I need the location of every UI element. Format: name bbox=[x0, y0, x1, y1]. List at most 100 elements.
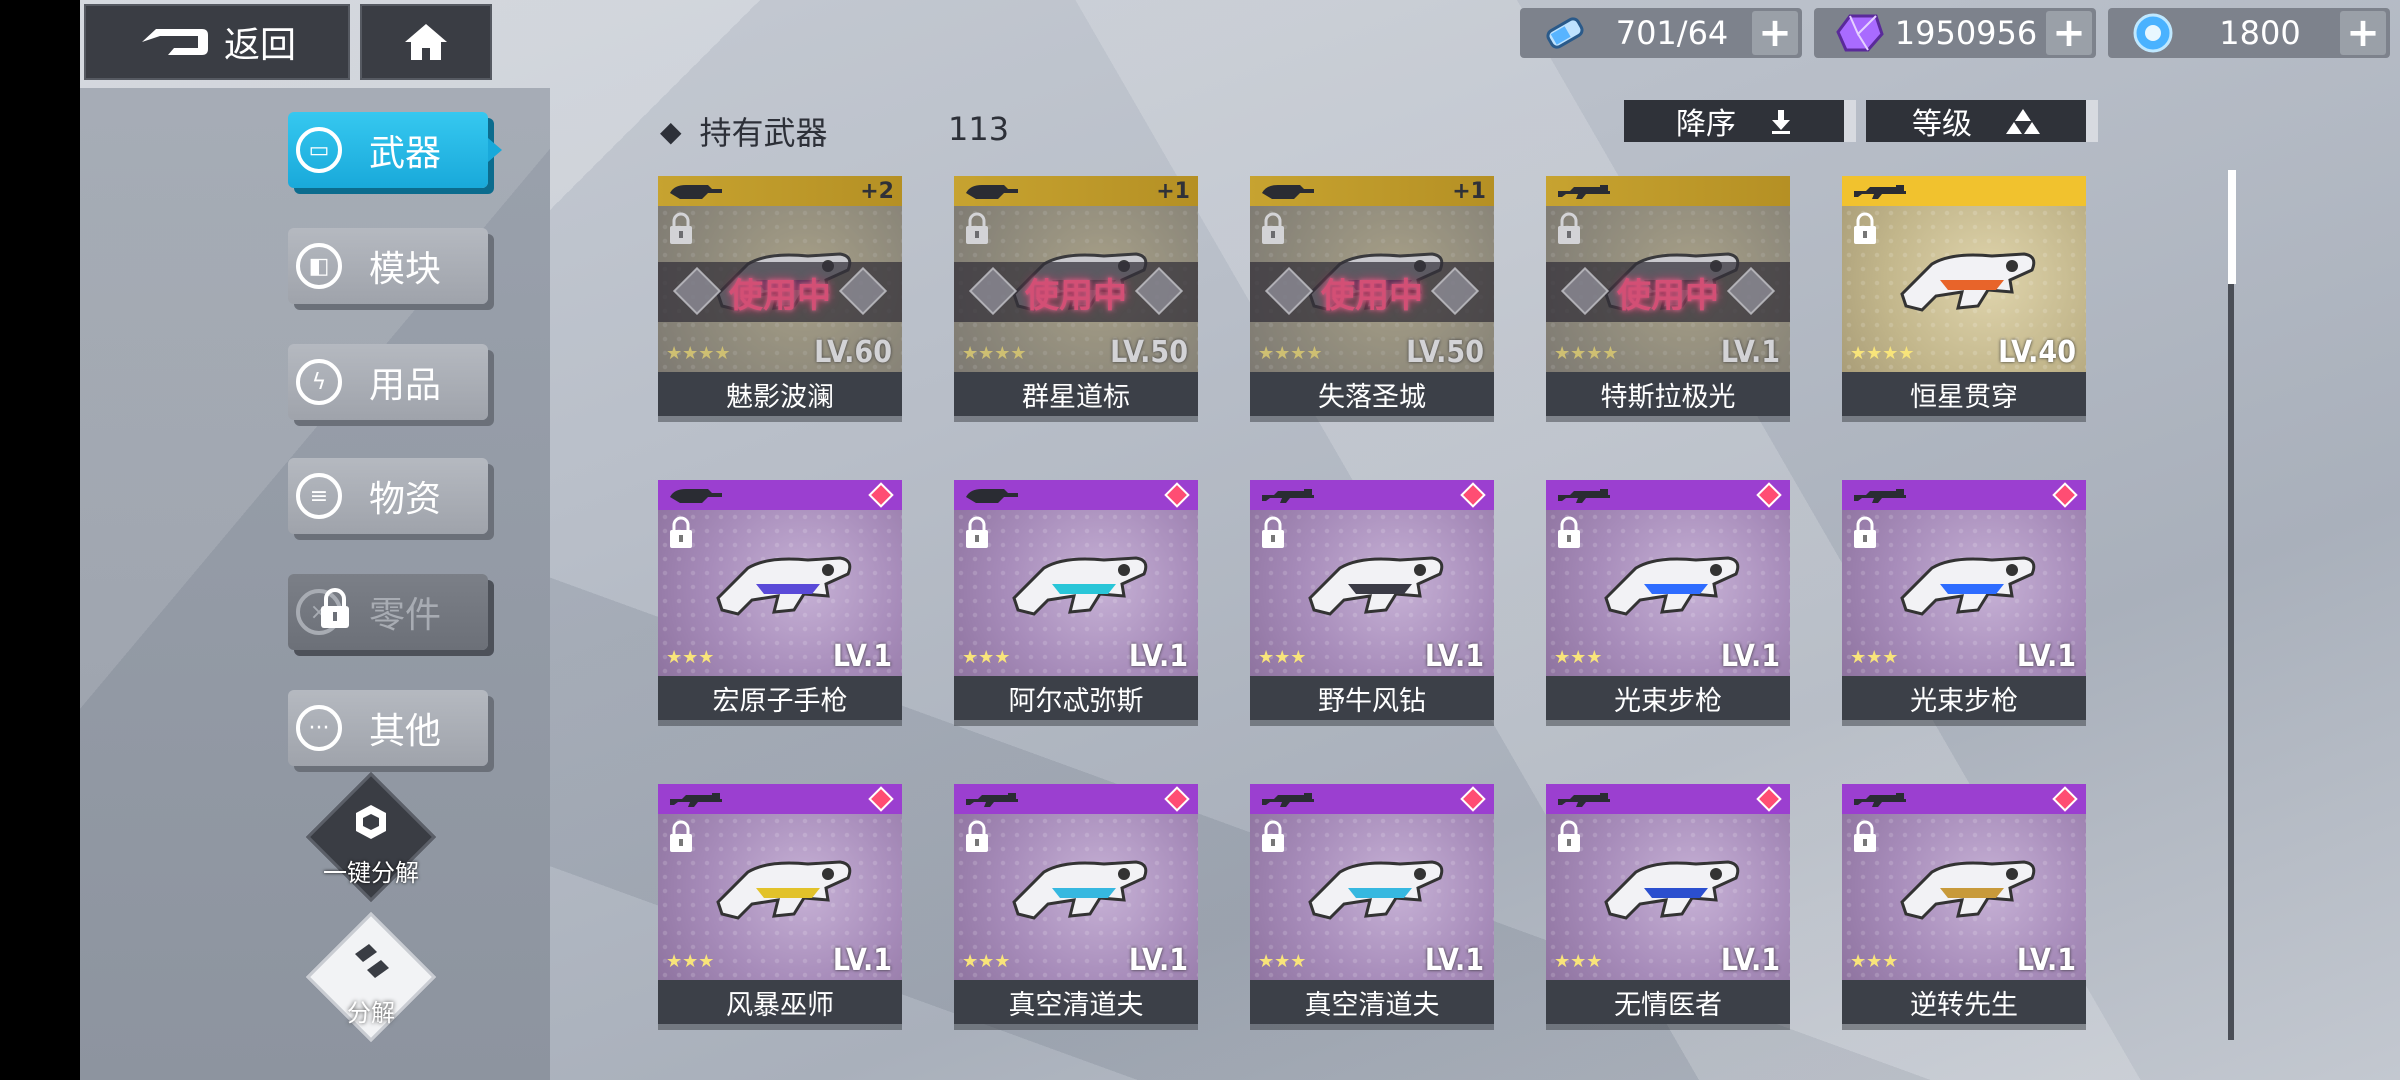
category-label: 物资 bbox=[368, 479, 441, 520]
card-body: ★★★ LV.1 bbox=[954, 814, 1198, 980]
star-rating: ★★★★ bbox=[666, 343, 731, 364]
weapon-card[interactable]: ★★★ LV.1 光束步枪 bbox=[1546, 480, 1790, 720]
card-header-band bbox=[1250, 784, 1494, 814]
module-icon: ◧ bbox=[296, 243, 342, 289]
star-rating: ★★★ bbox=[666, 647, 715, 668]
star-rating: ★★★★ bbox=[1850, 343, 1915, 364]
weapon-card[interactable]: ★★★ LV.1 真空清道夫 bbox=[1250, 784, 1494, 1024]
card-header-band: +1 bbox=[954, 176, 1198, 206]
diamond-right-icon bbox=[1430, 266, 1480, 316]
star-rating: ★★★ bbox=[962, 647, 1011, 668]
weapon-card[interactable]: ★★★ LV.1 光束步枪 bbox=[1842, 480, 2086, 720]
category-supplies[interactable]: ϟ 用品 bbox=[288, 344, 488, 420]
lock-icon[interactable] bbox=[1852, 212, 1878, 246]
heavy-gun-icon bbox=[964, 485, 1020, 505]
lock-icon[interactable] bbox=[964, 212, 990, 246]
arrow-down-icon bbox=[1772, 110, 1790, 134]
lock-icon[interactable] bbox=[1260, 516, 1286, 550]
weapon-name: 群星道标 bbox=[954, 372, 1198, 416]
lock-icon[interactable] bbox=[1260, 820, 1286, 854]
weapon-level: LV.50 bbox=[1406, 335, 1484, 370]
card-header-band bbox=[658, 480, 902, 510]
weapon-level: LV.1 bbox=[1720, 943, 1780, 978]
red-gem-icon bbox=[868, 786, 894, 812]
weapon-image bbox=[708, 538, 858, 628]
app-canvas: 返回 701/64 + 1950956 + 1800 + ▭ 武器 ◧ 模块 ϟ… bbox=[80, 0, 2400, 1080]
weapon-name: 真空清道夫 bbox=[954, 980, 1198, 1024]
category-label: 其他 bbox=[368, 711, 441, 752]
energy-resource: 701/64 + bbox=[1520, 8, 1802, 58]
lock-icon[interactable] bbox=[668, 820, 694, 854]
lock-icon[interactable] bbox=[1556, 516, 1582, 550]
card-body: ★★★★ LV.50 使用中 bbox=[1250, 206, 1494, 372]
diamond-bullet-icon: ◆ bbox=[660, 114, 682, 148]
weapon-card[interactable]: ★★★ LV.1 野牛风钻 bbox=[1250, 480, 1494, 720]
lock-icon[interactable] bbox=[1556, 820, 1582, 854]
star-rating: ★★★ bbox=[666, 951, 715, 972]
refine-level: +1 bbox=[1156, 178, 1190, 204]
weapon-card[interactable]: +1 ★★★★ LV.50 使用中 失落圣城 bbox=[1250, 176, 1494, 416]
lock-icon[interactable] bbox=[668, 516, 694, 550]
category-parts[interactable]: × 零件 bbox=[288, 574, 488, 650]
quick-dismantle-button[interactable]: 一键分解 bbox=[305, 771, 437, 903]
weapon-card[interactable]: ★★★ LV.1 逆转先生 bbox=[1842, 784, 2086, 1024]
weapon-card[interactable]: ★★★★ LV.40 恒星贯穿 bbox=[1842, 176, 2086, 416]
back-button[interactable]: 返回 bbox=[84, 4, 350, 80]
list-title: ◆ 持有武器 bbox=[660, 108, 828, 154]
lock-icon[interactable] bbox=[964, 820, 990, 854]
lock-icon[interactable] bbox=[1852, 516, 1878, 550]
weapon-card[interactable]: ★★★ LV.1 宏原子手枪 bbox=[658, 480, 902, 720]
card-header-band bbox=[1842, 480, 2086, 510]
weapon-card[interactable]: +2 ★★★★ LV.60 使用中 魅影波澜 bbox=[658, 176, 902, 416]
heavy-gun-icon bbox=[668, 181, 724, 201]
card-header-band bbox=[954, 784, 1198, 814]
category-other[interactable]: ··· 其他 bbox=[288, 690, 488, 766]
category-materials[interactable]: ≡ 物资 bbox=[288, 458, 488, 534]
weapon-card[interactable]: ★★★ LV.1 阿尔忒弥斯 bbox=[954, 480, 1198, 720]
add-crystal-button[interactable]: + bbox=[2046, 10, 2092, 56]
blue-orb-icon bbox=[2133, 13, 2173, 53]
weapon-name: 魅影波澜 bbox=[658, 372, 902, 416]
card-body: ★★★★ LV.40 bbox=[1842, 206, 2086, 372]
lock-icon[interactable] bbox=[1852, 820, 1878, 854]
home-icon bbox=[405, 24, 447, 60]
category-modules[interactable]: ◧ 模块 bbox=[288, 228, 488, 304]
add-energy-button[interactable]: + bbox=[1752, 10, 1798, 56]
weapon-image bbox=[1892, 234, 2042, 324]
weapon-level: LV.1 bbox=[2016, 943, 2076, 978]
in-use-label: 使用中 bbox=[1025, 275, 1127, 316]
sort-key-label: 等级 bbox=[1912, 107, 1972, 142]
red-gem-icon bbox=[868, 482, 894, 508]
sort-order-button[interactable]: 降序 bbox=[1624, 100, 1856, 142]
category-weapons[interactable]: ▭ 武器 bbox=[288, 112, 502, 188]
sort-key-button[interactable]: 等级 bbox=[1866, 100, 2098, 142]
weapon-card[interactable]: ★★★★ LV.1 使用中 特斯拉极光 bbox=[1546, 176, 1790, 416]
lock-icon[interactable] bbox=[964, 516, 990, 550]
weapon-card[interactable]: ★★★ LV.1 真空清道夫 bbox=[954, 784, 1198, 1024]
lock-icon[interactable] bbox=[1260, 212, 1286, 246]
star-rating: ★★★★ bbox=[1554, 343, 1619, 364]
more-icon: ··· bbox=[296, 705, 342, 751]
card-body: ★★★ LV.1 bbox=[954, 510, 1198, 676]
card-header-band: +2 bbox=[658, 176, 902, 206]
weapon-image bbox=[1300, 234, 1450, 324]
card-body: ★★★ LV.1 bbox=[1842, 510, 2086, 676]
lock-icon[interactable] bbox=[1556, 212, 1582, 246]
quick-dismantle-label: 一键分解 bbox=[323, 858, 419, 887]
add-orb-button[interactable]: + bbox=[2340, 10, 2386, 56]
dismantle-button[interactable]: 分解 bbox=[305, 911, 437, 1043]
star-rating: ★★★★ bbox=[962, 343, 1027, 364]
home-button[interactable] bbox=[360, 4, 492, 80]
weapon-card[interactable]: ★★★ LV.1 风暴巫师 bbox=[658, 784, 902, 1024]
weapon-image bbox=[1300, 842, 1450, 932]
weapon-card[interactable]: ★★★ LV.1 无情医者 bbox=[1546, 784, 1790, 1024]
weapon-card[interactable]: +1 ★★★★ LV.50 使用中 群星道标 bbox=[954, 176, 1198, 416]
heavy-gun-icon bbox=[964, 181, 1020, 201]
category-label: 零件 bbox=[368, 595, 441, 636]
scrollbar-thumb[interactable] bbox=[2228, 170, 2236, 284]
lock-icon[interactable] bbox=[668, 212, 694, 246]
red-gem-icon bbox=[1756, 482, 1782, 508]
red-gem-icon bbox=[1460, 786, 1486, 812]
scrollbar-track[interactable] bbox=[2228, 170, 2234, 1040]
star-rating: ★★★ bbox=[962, 951, 1011, 972]
